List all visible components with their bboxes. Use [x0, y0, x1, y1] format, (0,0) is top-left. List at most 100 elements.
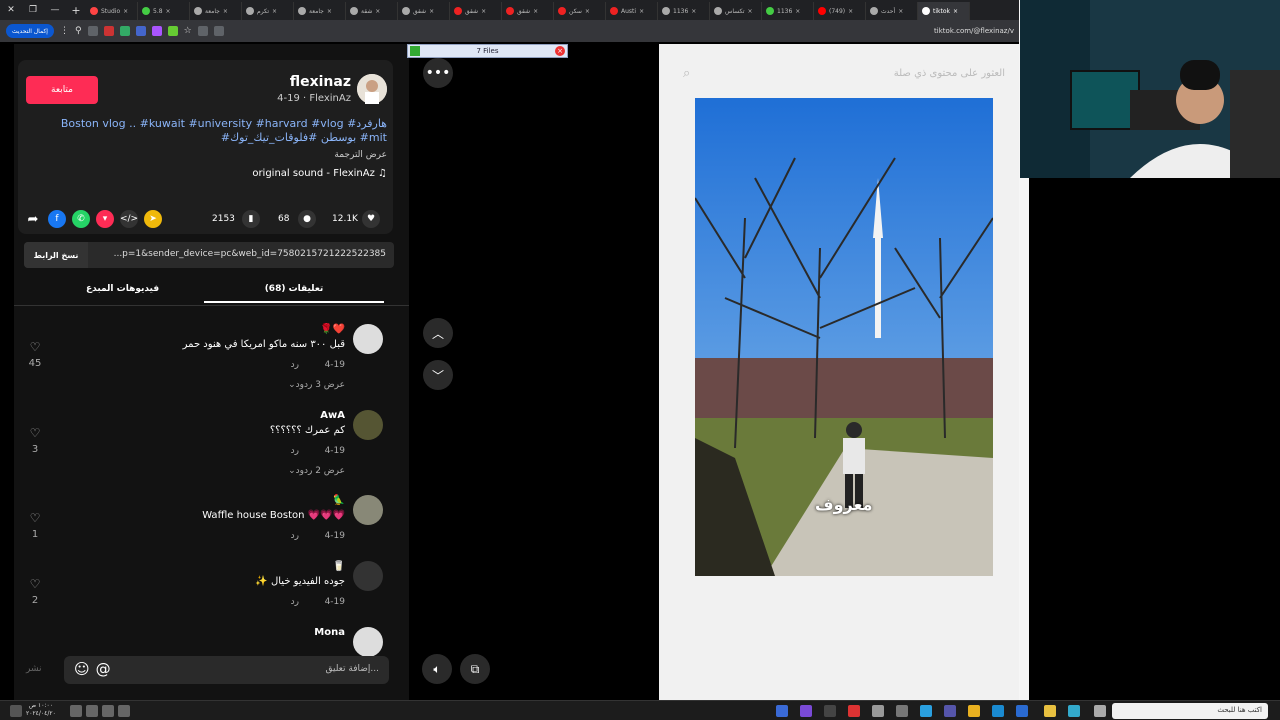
browser-tab[interactable]: شقة × [346, 2, 398, 20]
reply-button[interactable]: رد [291, 597, 299, 607]
close-tab-icon[interactable]: × [429, 8, 434, 15]
update-button[interactable]: إكمال التحديث [6, 24, 54, 38]
heart-outline-icon[interactable]: ♡ [28, 511, 42, 525]
close-tab-icon[interactable]: × [585, 8, 590, 15]
taskbar-app-icon[interactable] [872, 705, 884, 717]
start-icon[interactable] [10, 705, 22, 717]
task-view-icon[interactable] [1094, 705, 1106, 717]
close-window-icon[interactable]: ✕ [0, 0, 22, 20]
close-tab-icon[interactable]: × [166, 8, 171, 15]
taskbar-search[interactable]: اكتب هنا للبحث [1112, 703, 1268, 719]
taskbar-app-icon[interactable] [800, 705, 812, 717]
reply-button[interactable]: رد [291, 446, 299, 456]
extension-icon[interactable] [119, 26, 130, 36]
close-tab-icon[interactable]: × [327, 8, 332, 15]
related-search[interactable]: ⌕ العثور على محتوى ذي صلة [679, 64, 1009, 86]
settings-icon[interactable] [896, 705, 908, 717]
related-search-input[interactable]: العثور على محتوى ذي صلة [894, 68, 1005, 79]
repost-icon[interactable]: ▾ [96, 210, 114, 228]
restore-window-icon[interactable]: ❐ [22, 0, 44, 20]
mention-icon[interactable]: @ [96, 660, 111, 678]
comment-input[interactable]: إضافة تعليق... [325, 664, 379, 674]
extension-icon[interactable] [103, 26, 114, 36]
video-frame[interactable]: معروف [695, 98, 993, 576]
close-tab-icon[interactable]: × [748, 8, 753, 15]
comment-like[interactable]: ♡ 45 [28, 340, 42, 369]
follow-button[interactable]: متابعة [26, 76, 98, 104]
browser-tab[interactable]: Austi × [606, 2, 658, 20]
browser-tab[interactable]: 1136 × [762, 2, 814, 20]
commenter-avatar[interactable] [353, 627, 383, 657]
tray-icon[interactable] [70, 705, 82, 717]
heart-icon[interactable]: ♥ [362, 210, 380, 228]
browser-tab[interactable]: تكرم × [242, 2, 294, 20]
taskbar-app-icon[interactable] [992, 705, 1004, 717]
send-icon[interactable]: ➤ [144, 210, 162, 228]
browser-tab[interactable]: أحدث × [866, 2, 918, 20]
browser-tab[interactable]: شقق × [450, 2, 502, 20]
extension-icon[interactable] [151, 26, 162, 36]
commenter-name[interactable]: Mona [314, 627, 345, 638]
commenter-name[interactable]: 🦜 [333, 495, 345, 506]
browser-tab[interactable]: شقق × [502, 2, 554, 20]
commenter-avatar[interactable] [353, 561, 383, 591]
browser-tab[interactable]: شقق × [398, 2, 450, 20]
commenter-name[interactable]: AwA [320, 410, 345, 421]
close-tab-icon[interactable]: × [795, 8, 800, 15]
file-explorer-icon[interactable] [1044, 705, 1056, 717]
bookmark-icon[interactable]: ▮ [242, 210, 260, 228]
taskbar-app-icon[interactable] [1068, 705, 1080, 717]
extension-icon[interactable] [167, 26, 178, 36]
browser-tab[interactable]: تكساس × [710, 2, 762, 20]
share-link-text[interactable]: ...p=1&sender_device=pc&web_id=758021572… [114, 249, 386, 259]
comment-like[interactable]: ♡ 2 [28, 577, 42, 606]
minimize-window-icon[interactable]: — [44, 0, 66, 20]
tab-creator-videos[interactable]: فيديوهات المبدع [86, 284, 159, 294]
close-tab-icon[interactable]: × [691, 8, 696, 15]
close-tab-icon[interactable]: × [272, 8, 277, 15]
emoji-icon[interactable]: ☺ [74, 660, 90, 678]
close-tab-icon[interactable]: × [639, 8, 644, 15]
close-tab-icon[interactable]: × [375, 8, 380, 15]
close-tab-icon[interactable]: × [481, 8, 486, 15]
creator-avatar[interactable] [357, 74, 387, 104]
taskbar-search-input[interactable]: اكتب هنا للبحث [1217, 706, 1262, 714]
commenter-avatar[interactable] [353, 495, 383, 525]
extension-icon[interactable] [135, 26, 146, 36]
view-replies-link[interactable]: ⌄عرض 3 ردود [288, 380, 345, 390]
url-field[interactable]: tiktok.com/@flexinaz/v [934, 27, 1014, 35]
chevron-down-icon[interactable]: ﹀ [423, 360, 453, 390]
tray-icon[interactable] [86, 705, 98, 717]
close-icon[interactable]: × [555, 46, 565, 56]
browser-tab[interactable]: (749) × [814, 2, 866, 20]
tray-icon[interactable] [102, 705, 114, 717]
post-description-line1[interactable]: Boston vlog .. #kuwait #university #harv… [47, 117, 387, 131]
browser-tab[interactable]: 5.8 × [138, 2, 190, 20]
files-notification-bar[interactable]: 7 Files × [407, 44, 568, 58]
new-tab-icon[interactable]: + [66, 4, 86, 17]
embed-icon[interactable]: </> [120, 210, 138, 228]
comment-like[interactable]: ♡ 1 [28, 511, 42, 540]
comment-like[interactable] [28, 643, 42, 647]
share-arrow-icon[interactable]: ➦ [24, 210, 42, 228]
facebook-icon[interactable]: f [48, 210, 66, 228]
comment-like[interactable]: ♡ 3 [28, 426, 42, 455]
extension-icon[interactable] [87, 26, 98, 36]
browser-tab[interactable]: Studio × [86, 2, 138, 20]
post-description-line2[interactable]: #بوسطن #فلوقات_تيك_توك #mit [47, 131, 387, 145]
clock[interactable]: ١٠:٠٠ ص ٢٠٢٤/٠٤/٢٠ [26, 702, 56, 718]
volume-icon[interactable]: 🔈︎ [422, 654, 452, 684]
reply-button[interactable]: رد [291, 531, 299, 541]
browser-tab[interactable]: سكن × [554, 2, 606, 20]
browser-tab[interactable]: 1136 × [658, 2, 710, 20]
search-icon[interactable]: ⌕ [683, 66, 690, 81]
heart-outline-icon[interactable]: ♡ [28, 577, 42, 591]
taskbar-app-icon[interactable] [944, 705, 956, 717]
reply-button[interactable]: رد [291, 360, 299, 370]
taskbar-app-icon[interactable] [848, 705, 860, 717]
commenter-avatar[interactable] [353, 324, 383, 354]
creator-username[interactable]: flexinaz [290, 74, 351, 90]
heart-outline-icon[interactable]: ♡ [28, 426, 42, 440]
browser-tab[interactable]: جامعة × [294, 2, 346, 20]
close-tab-icon[interactable]: × [898, 8, 903, 15]
